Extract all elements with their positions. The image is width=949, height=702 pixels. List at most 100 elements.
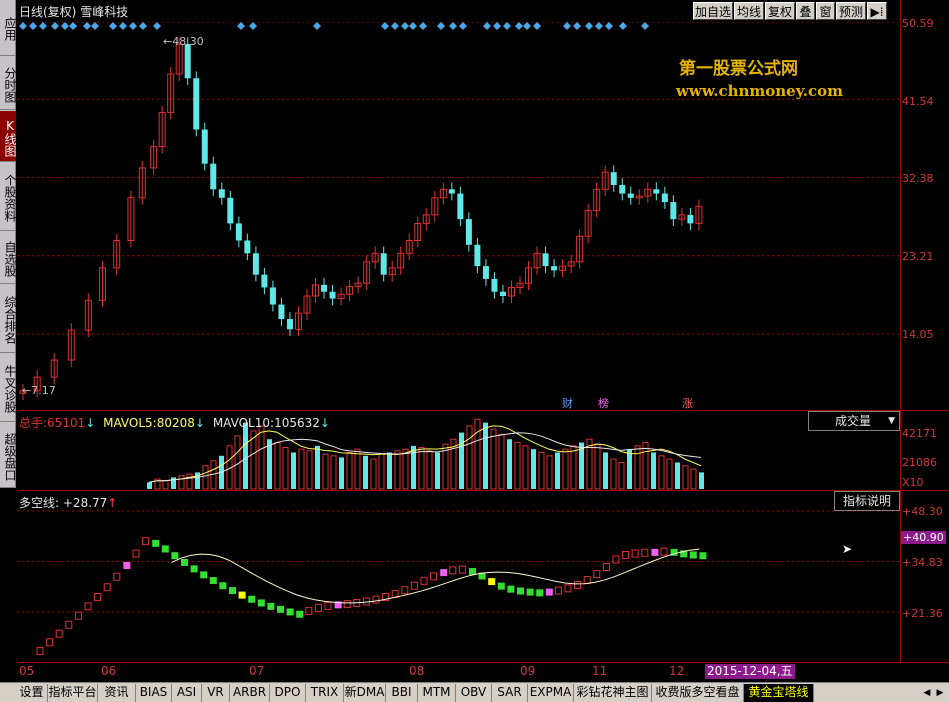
nav-ranking[interactable]: 综合排名	[0, 285, 16, 353]
bottom-tab[interactable]: ASI	[172, 684, 202, 702]
nav-intraday[interactable]: 分时图	[0, 57, 16, 110]
volume-bar	[690, 468, 697, 490]
event-tag-limit[interactable]: 涨	[680, 397, 695, 410]
volume-bar	[258, 425, 265, 490]
dkx-block	[660, 547, 668, 556]
dkx-ma-line	[171, 548, 700, 604]
bottom-tab[interactable]: 设置	[16, 684, 48, 702]
bottom-tab[interactable]: DPO	[270, 684, 306, 702]
signal-diamond-icon	[91, 22, 99, 30]
dkx-block	[65, 620, 73, 629]
signal-diamond-icon	[483, 22, 491, 30]
candle-body	[619, 185, 626, 194]
volume-bar	[394, 450, 401, 490]
volume-bar	[370, 458, 377, 490]
stock-name: 雪峰科技	[80, 5, 129, 19]
dkx-block	[84, 602, 92, 611]
volume-bar	[147, 482, 152, 489]
dkx-block	[469, 567, 476, 575]
forecast-button[interactable]: 预测	[836, 2, 866, 20]
scroll-left-icon[interactable]: ◀	[921, 685, 933, 701]
bottom-tab[interactable]: BBI	[386, 684, 418, 702]
candle-body	[380, 253, 387, 275]
volume-bar	[339, 457, 344, 489]
bottom-tab[interactable]: 资讯	[98, 684, 136, 702]
bottom-tab[interactable]: VR	[202, 684, 230, 702]
dkx-block	[113, 572, 121, 581]
volume-bar	[522, 445, 529, 490]
candle-body	[321, 284, 328, 292]
signal-diamond-icon	[153, 22, 161, 30]
candle-body	[687, 214, 694, 224]
indicator-chart	[17, 510, 900, 655]
signal-diamond-icon	[391, 22, 399, 30]
volume-bar	[610, 458, 617, 490]
signal-diamond-icon	[459, 22, 467, 30]
dkx-block	[229, 587, 236, 595]
nav-stock-info[interactable]: 个股资料	[0, 163, 16, 231]
indicator-help-button[interactable]: 指标说明	[834, 491, 900, 511]
nav-level2[interactable]: 超级盘口	[0, 423, 16, 488]
volume-bar	[354, 448, 361, 490]
volume-indicator-select[interactable]: 成交量 ▼	[808, 411, 900, 431]
event-tag-finance[interactable]: 财	[560, 397, 575, 410]
bottom-tab[interactable]: BIAS	[136, 684, 172, 702]
scroll-right-icon[interactable]: ▶	[934, 685, 946, 701]
adjust-button[interactable]: 复权	[765, 2, 795, 20]
add-watchlist-button[interactable]: 加自选	[693, 2, 733, 20]
candle-body	[670, 202, 677, 220]
bottom-tab[interactable]: MTM	[418, 684, 456, 702]
up-arrow-icon: ↑	[107, 496, 118, 510]
arrow-menu-icon[interactable]: ▶⁞	[867, 2, 887, 20]
bottom-tab[interactable]: OBV	[456, 684, 492, 702]
bottom-tab[interactable]: SAR	[492, 684, 528, 702]
dkx-block	[248, 595, 256, 603]
event-tag-rank[interactable]: 榜	[596, 397, 611, 410]
dkx-block	[458, 565, 466, 574]
dkx-block	[699, 552, 707, 560]
window-button[interactable]: 窗	[816, 2, 835, 20]
nav-apps[interactable]: 应用	[0, 0, 16, 56]
bottom-tab[interactable]: 黄金宝塔线	[744, 684, 814, 702]
candle-body	[286, 319, 293, 330]
bottom-tab[interactable]: 新DMA	[344, 684, 386, 702]
bottom-tab[interactable]: 收费版多空看盘	[652, 684, 744, 702]
signal-diamond-icon	[39, 22, 47, 30]
volume-bar	[162, 480, 169, 490]
volume-axis-unit: X10	[902, 476, 924, 489]
nav-kline[interactable]: K线图	[0, 111, 16, 162]
candle-body	[627, 193, 634, 198]
volume-bar	[274, 442, 281, 490]
volume-bar	[418, 447, 425, 490]
signal-diamond-icon	[313, 22, 321, 30]
dkx-block	[46, 638, 54, 647]
dkx-block	[545, 588, 553, 596]
dkx-block	[488, 578, 496, 586]
candle-body	[551, 266, 558, 271]
signal-diamond-icon	[61, 22, 69, 30]
nav-diagnosis[interactable]: 牛叉诊股	[0, 354, 16, 422]
dkx-block	[449, 566, 457, 575]
ma-button[interactable]: 均线	[734, 2, 764, 20]
bottom-tab[interactable]: 指标平台	[48, 684, 98, 702]
bottom-tab[interactable]: ARBR	[230, 684, 270, 702]
nav-watchlist[interactable]: 自选股	[0, 232, 16, 284]
dkx-block	[190, 565, 198, 573]
dkx-block	[296, 610, 304, 618]
volume-bar	[466, 425, 473, 490]
overlay-button[interactable]: 叠	[796, 2, 815, 20]
candle-body	[218, 189, 225, 198]
candle-body	[227, 197, 234, 224]
bottom-tab[interactable]: EXPMA	[528, 684, 574, 702]
signal-diamond-icon	[381, 22, 389, 30]
volume-bar	[594, 443, 601, 490]
volume-bar	[387, 452, 392, 489]
volume-bar	[642, 442, 649, 490]
dkx-block	[440, 569, 448, 577]
signal-diamond-icon	[533, 22, 541, 30]
bottom-tab[interactable]: TRIX	[306, 684, 344, 702]
indicator-axis-highlight: +40.90	[901, 531, 946, 544]
bottom-tab[interactable]: 彩钻花神主图	[574, 684, 652, 702]
dkx-block	[238, 591, 246, 599]
dkx-block	[420, 576, 428, 585]
